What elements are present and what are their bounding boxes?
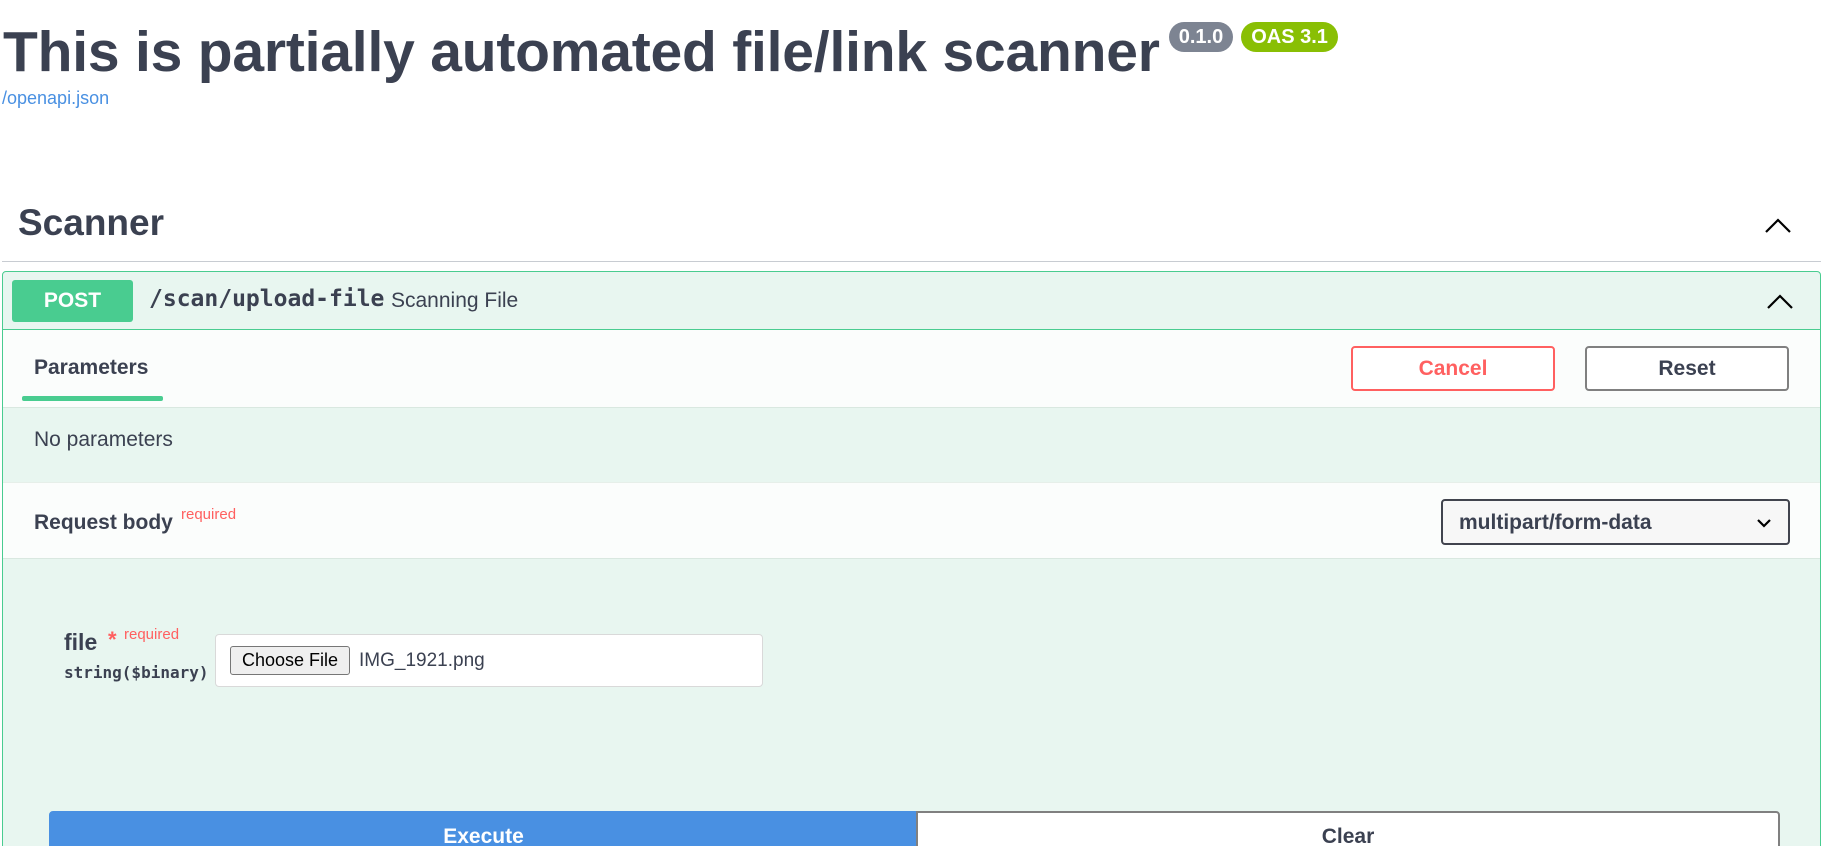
oas-badge: OAS 3.1 (1241, 22, 1338, 52)
parameters-tab-bar: Parameters Cancel Reset (3, 330, 1820, 408)
tab-parameters[interactable]: Parameters (34, 356, 148, 380)
section-title: Scanner (18, 202, 165, 243)
operation-description: Scanning File (391, 289, 519, 312)
chevron-down-icon (1757, 519, 1771, 528)
operation-summary[interactable]: POST /scan/upload-file Scanning File (3, 272, 1820, 330)
page-title: This is partially automated file/link sc… (3, 20, 1160, 84)
request-body-required: required (181, 506, 237, 523)
page-header: This is partially automated file/link sc… (3, 18, 1338, 86)
method-badge: POST (12, 280, 133, 322)
content-type-value: multipart/form-data (1459, 511, 1652, 534)
required-star: * (108, 627, 117, 652)
openapi-json-link[interactable]: /openapi.json (2, 88, 109, 109)
choose-file-button[interactable]: Choose File (230, 646, 351, 675)
chevron-up-icon[interactable] (1762, 286, 1798, 316)
file-field-name: file (64, 629, 98, 655)
file-field-type: string($binary) (64, 663, 209, 682)
content-type-select[interactable]: multipart/form-data (1441, 499, 1790, 545)
file-input[interactable]: Choose File IMG_1921.png (215, 634, 763, 687)
chevron-up-icon[interactable] (1760, 210, 1796, 240)
reset-button[interactable]: Reset (1585, 346, 1789, 391)
cancel-button[interactable]: Cancel (1351, 346, 1555, 391)
operation-block: POST /scan/upload-file Scanning File Par… (2, 271, 1821, 846)
version-badge: 0.1.0 (1168, 22, 1234, 52)
selected-file-name: IMG_1921.png (359, 650, 485, 671)
execute-button[interactable]: Execute (49, 811, 918, 846)
file-required-label: required (124, 626, 180, 643)
scanner-section-header[interactable]: Scanner (2, 192, 1821, 262)
active-tab-indicator (22, 396, 163, 401)
request-body-header: Request body required multipart/form-dat… (3, 482, 1820, 559)
operation-path: /scan/upload-file (149, 286, 385, 312)
no-parameters-text: No parameters (34, 428, 173, 451)
clear-button[interactable]: Clear (916, 811, 1780, 846)
request-body-label: Request body (34, 511, 173, 534)
